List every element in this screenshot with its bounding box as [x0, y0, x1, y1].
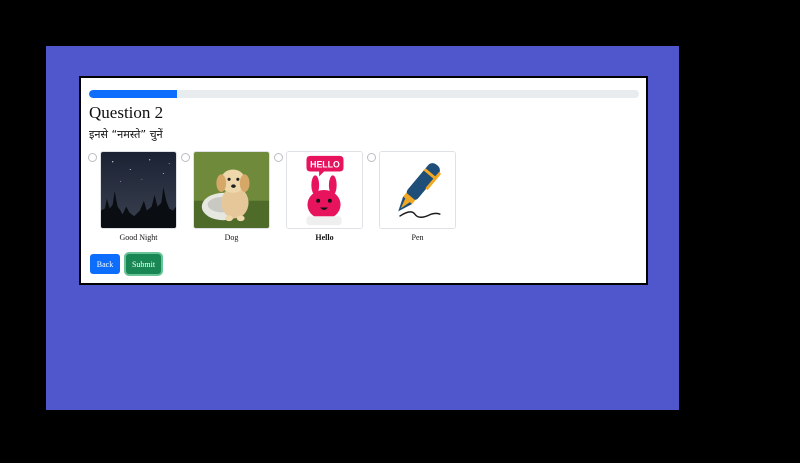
progress-bar: [89, 90, 639, 98]
option-radio[interactable]: [88, 153, 97, 162]
option-label: Pen: [411, 233, 424, 242]
option-radio[interactable]: [274, 153, 283, 162]
puppy-image[interactable]: [193, 151, 270, 229]
option-dog[interactable]: Dog: [181, 151, 271, 243]
option-pen[interactable]: Pen: [367, 151, 457, 243]
option-hello[interactable]: HELLO Hello: [274, 151, 364, 243]
option-label: Good Night: [119, 233, 158, 242]
option-label: Hello: [315, 233, 334, 242]
question-card: Question 2 इनसे “नमस्ते” चुनें Good Nigh…: [79, 76, 648, 285]
night-sky-image[interactable]: [100, 151, 177, 229]
pen-image[interactable]: [379, 151, 456, 229]
question-prompt: इनसे “नमस्ते” चुनें: [89, 128, 163, 141]
question-title: Question 2: [89, 103, 164, 122]
progress-fill: [89, 90, 177, 98]
back-button[interactable]: Back: [90, 254, 120, 274]
option-good-night[interactable]: Good Night: [88, 151, 178, 243]
answer-options: Good Night Dog HELLO Hello Pen: [88, 151, 648, 246]
svg-text:HELLO: HELLO: [310, 160, 340, 170]
quiz-stage: Question 2 इनसे “नमस्ते” चुनें Good Nigh…: [46, 46, 679, 410]
option-radio[interactable]: [181, 153, 190, 162]
submit-button[interactable]: Submit: [126, 254, 161, 274]
option-label: Dog: [224, 233, 239, 242]
option-radio[interactable]: [367, 153, 376, 162]
hello-bunny-image[interactable]: HELLO: [286, 151, 363, 229]
